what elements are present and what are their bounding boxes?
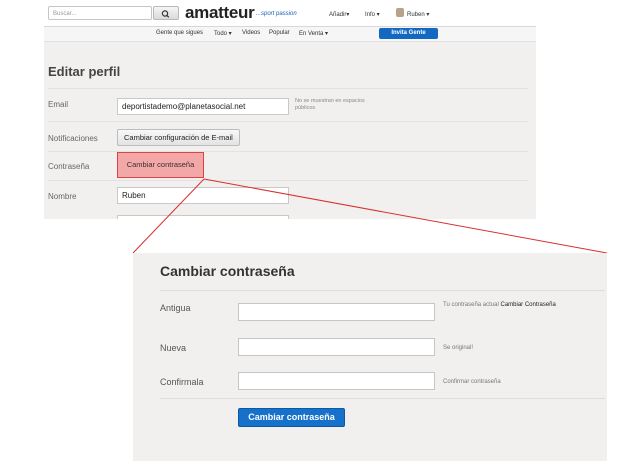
new-password-label: Nueva	[160, 343, 187, 353]
change-password-screenshot: Cambiar contraseña Antigua Tu contraseña…	[133, 253, 607, 461]
divider	[160, 290, 605, 291]
dialog-title: Cambiar contraseña	[160, 263, 295, 279]
divider	[160, 398, 605, 399]
submit-change-password-button[interactable]: Cambiar contraseña	[238, 408, 345, 427]
change-password-link[interactable]: Cambiar Contraseña	[500, 302, 555, 308]
old-password-field[interactable]	[238, 303, 435, 321]
confirm-password-hint: Confirmar contraseña	[443, 379, 501, 385]
new-password-hint: Se original!	[443, 345, 474, 351]
new-password-field[interactable]	[238, 338, 435, 356]
confirm-password-label: Confirmala	[160, 377, 204, 387]
confirm-password-field[interactable]	[238, 372, 435, 390]
old-password-label: Antigua	[160, 303, 191, 313]
old-password-hint: Tu contraseña actual Cambiar Contraseña	[443, 301, 563, 309]
old-password-hint-text: Tu contraseña actual	[443, 302, 499, 308]
